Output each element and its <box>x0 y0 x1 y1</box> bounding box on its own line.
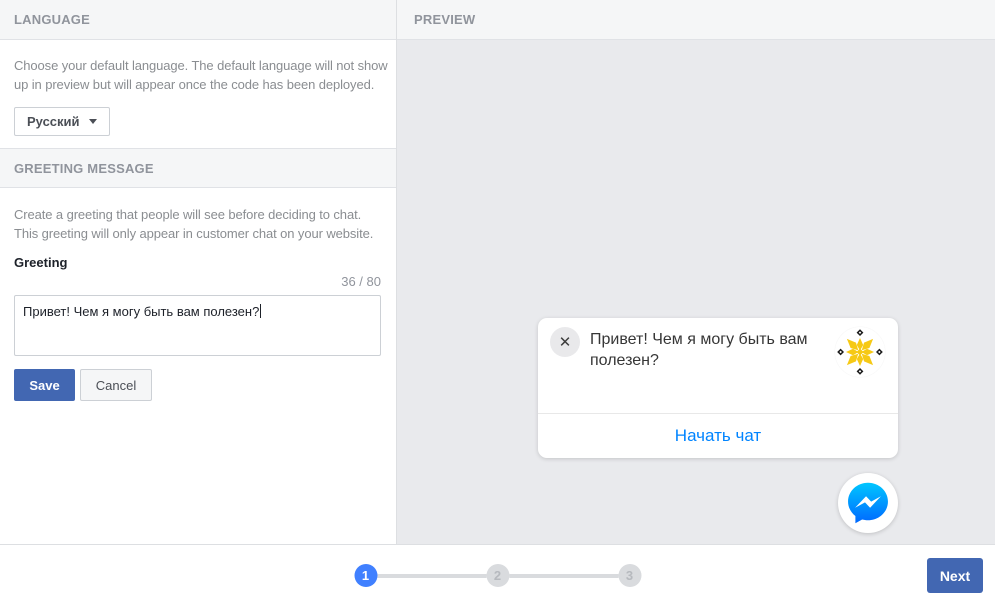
language-section-header: LANGUAGE <box>0 0 396 40</box>
language-description: Choose your default language. The defaul… <box>14 56 388 94</box>
close-icon: ✕ <box>559 335 572 350</box>
settings-panel: LANGUAGE Choose your default language. T… <box>0 0 397 544</box>
wizard-footer: 1 2 3 Next <box>0 544 995 601</box>
character-counter: 36 / 80 <box>14 274 381 289</box>
preview-panel: PREVIEW ✕ Привет! Чем я могу быть вам по… <box>397 0 995 544</box>
chat-preview-card: ✕ Привет! Чем я могу быть вам полезен? <box>538 318 898 458</box>
close-button[interactable]: ✕ <box>550 327 580 357</box>
text-cursor <box>260 304 261 318</box>
greeting-section-header: GREETING MESSAGE <box>0 148 396 188</box>
preview-canvas: ✕ Привет! Чем я могу быть вам полезен? <box>397 40 995 544</box>
greeting-section-body: Create a greeting that people will see b… <box>0 188 396 401</box>
wizard-stepper: 1 2 3 <box>354 564 641 587</box>
start-chat-label: Начать чат <box>675 426 761 446</box>
greeting-textarea[interactable]: Привет! Чем я могу быть вам полезен? <box>14 295 381 356</box>
page-avatar <box>835 327 885 377</box>
step-1-indicator: 1 <box>354 564 377 587</box>
start-chat-button[interactable]: Начать чат <box>538 413 898 458</box>
greeting-preview-text: Привет! Чем я могу быть вам полезен? <box>590 329 830 371</box>
step-connector <box>509 574 618 578</box>
messenger-launcher-button[interactable] <box>838 473 898 533</box>
cancel-button[interactable]: Cancel <box>80 369 152 401</box>
step-connector <box>377 574 486 578</box>
preview-section-header: PREVIEW <box>397 0 995 40</box>
form-actions: Save Cancel <box>14 369 382 401</box>
save-button[interactable]: Save <box>14 369 75 401</box>
messenger-icon <box>844 479 892 527</box>
language-dropdown[interactable]: Русский <box>14 107 110 136</box>
greeting-textarea-value: Привет! Чем я могу быть вам полезен? <box>23 304 259 319</box>
chevron-down-icon <box>89 119 97 124</box>
step-3-indicator: 3 <box>618 564 641 587</box>
avatar-ornament-icon <box>835 327 885 377</box>
greeting-field-label: Greeting <box>14 255 382 270</box>
language-dropdown-value: Русский <box>27 114 80 129</box>
next-button[interactable]: Next <box>927 558 983 593</box>
step-2-indicator: 2 <box>486 564 509 587</box>
language-section-body: Choose your default language. The defaul… <box>0 40 396 148</box>
customer-chat-setup-wizard: LANGUAGE Choose your default language. T… <box>0 0 995 601</box>
greeting-description: Create a greeting that people will see b… <box>14 205 388 243</box>
